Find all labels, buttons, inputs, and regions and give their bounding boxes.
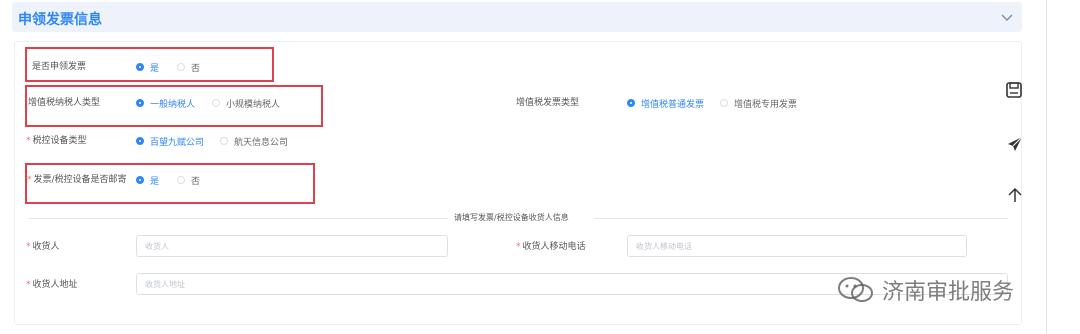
tax-device-type-label: * 税控设备类型 <box>26 132 87 150</box>
tax-device-type-text: 税控设备类型 <box>32 136 87 146</box>
consignee-mobile-text: 收货人移动电话 <box>522 242 586 252</box>
save-icon[interactable] <box>1005 81 1023 99</box>
highlight-box-apply <box>25 47 274 82</box>
consignee-section-title: 请填写发票/税控设备收货人信息 <box>454 213 569 222</box>
divider-left <box>28 218 448 219</box>
required-asterisk: * <box>26 242 31 252</box>
consignee-name-input[interactable] <box>136 235 448 257</box>
radio-label: 增值税普通发票 <box>641 99 705 110</box>
consignee-address-text: 收货人地址 <box>32 280 78 290</box>
highlight-box-mail <box>25 163 315 204</box>
chevron-down-icon[interactable] <box>1000 10 1014 24</box>
radio-checked-icon <box>627 99 635 107</box>
radio-checked-icon <box>136 137 144 145</box>
send-icon[interactable] <box>1006 135 1024 153</box>
device-aisino-radio[interactable]: 航天信息公司 <box>220 132 288 150</box>
vat-invoice-type-label: 增值税发票类型 <box>516 98 580 108</box>
section-header[interactable]: 申领发票信息 <box>12 2 1022 32</box>
watermark-text: 济南审批服务 <box>882 280 1015 305</box>
panel-divider <box>1046 0 1047 334</box>
required-asterisk: * <box>26 280 31 290</box>
required-asterisk: * <box>516 242 521 252</box>
consignee-name-text: 收货人 <box>32 242 60 252</box>
watermark: 济南审批服务 <box>836 274 1014 306</box>
wechat-icon <box>838 277 873 302</box>
vat-special-invoice-radio[interactable]: 增值税专用发票 <box>720 94 797 112</box>
vat-normal-invoice-radio[interactable]: 增值税普通发票 <box>627 94 704 112</box>
divider-right <box>594 218 1008 219</box>
required-asterisk: * <box>26 136 31 146</box>
radio-label: 百望九赋公司 <box>150 137 205 148</box>
radio-unchecked-icon <box>720 99 728 107</box>
device-baiwang-radio[interactable]: 百望九赋公司 <box>136 132 204 150</box>
highlight-box-taxpayer <box>25 85 323 127</box>
arrow-up-icon[interactable] <box>1006 186 1024 204</box>
radio-label: 增值税专用发票 <box>734 99 798 110</box>
consignee-mobile-input[interactable] <box>627 235 967 257</box>
consignee-mobile-label: * 收货人移动电话 <box>516 238 586 256</box>
radio-unchecked-icon <box>220 137 228 145</box>
consignee-name-label: * 收货人 <box>26 238 60 256</box>
consignee-address-label: * 收货人地址 <box>26 276 78 294</box>
section-title: 申领发票信息 <box>18 12 102 28</box>
radio-label: 航天信息公司 <box>234 137 289 148</box>
